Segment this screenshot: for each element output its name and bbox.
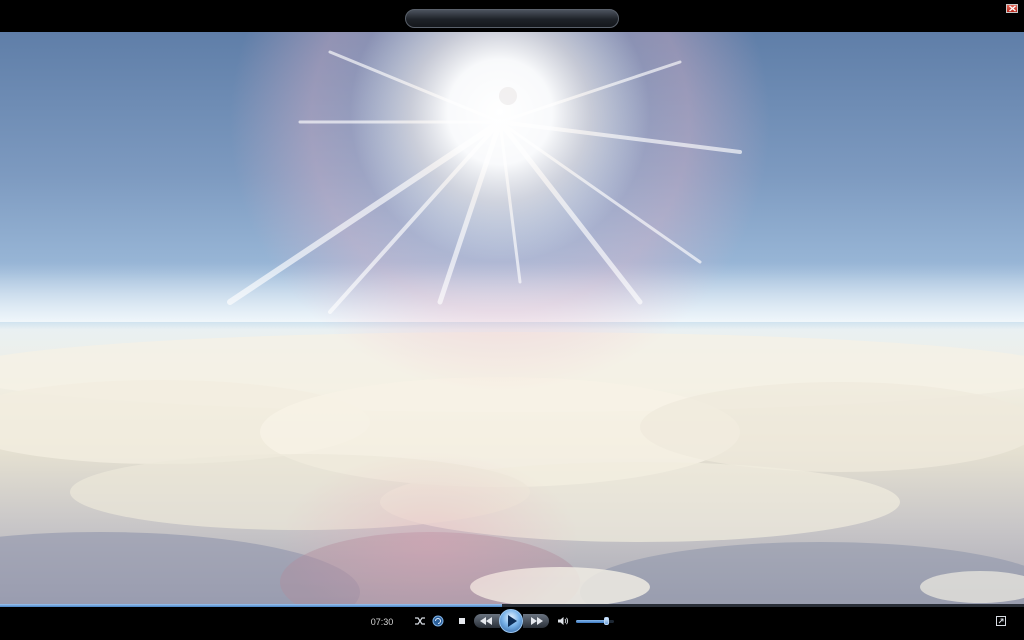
repeat-icon <box>432 615 444 627</box>
seek-bar[interactable] <box>0 604 1024 607</box>
play-button[interactable] <box>499 609 523 633</box>
shuffle-button[interactable] <box>414 616 426 626</box>
next-button[interactable] <box>523 614 549 628</box>
rewind-icon <box>480 617 492 625</box>
fullscreen-icon <box>996 616 1006 626</box>
media-player-window: 07:30 <box>0 0 1024 640</box>
close-button[interactable] <box>1006 4 1018 13</box>
video-image <box>0 32 1024 604</box>
volume-thumb[interactable] <box>604 617 610 625</box>
shuffle-icon <box>415 617 425 625</box>
speaker-icon <box>558 617 569 625</box>
play-icon <box>508 615 517 627</box>
volume-slider[interactable] <box>576 617 614 625</box>
fast-forward-icon <box>531 617 543 625</box>
repeat-button[interactable] <box>432 615 444 627</box>
mute-button[interactable] <box>557 616 569 626</box>
video-frame[interactable] <box>0 32 1024 604</box>
close-icon <box>1009 5 1016 12</box>
stop-button[interactable] <box>457 616 467 626</box>
volume-level <box>576 620 608 623</box>
seek-progress <box>0 604 502 607</box>
stop-icon <box>459 618 465 624</box>
control-pill <box>405 9 619 28</box>
previous-button[interactable] <box>474 614 500 628</box>
fullscreen-button[interactable] <box>996 616 1006 626</box>
elapsed-time: 07:30 <box>370 617 394 627</box>
